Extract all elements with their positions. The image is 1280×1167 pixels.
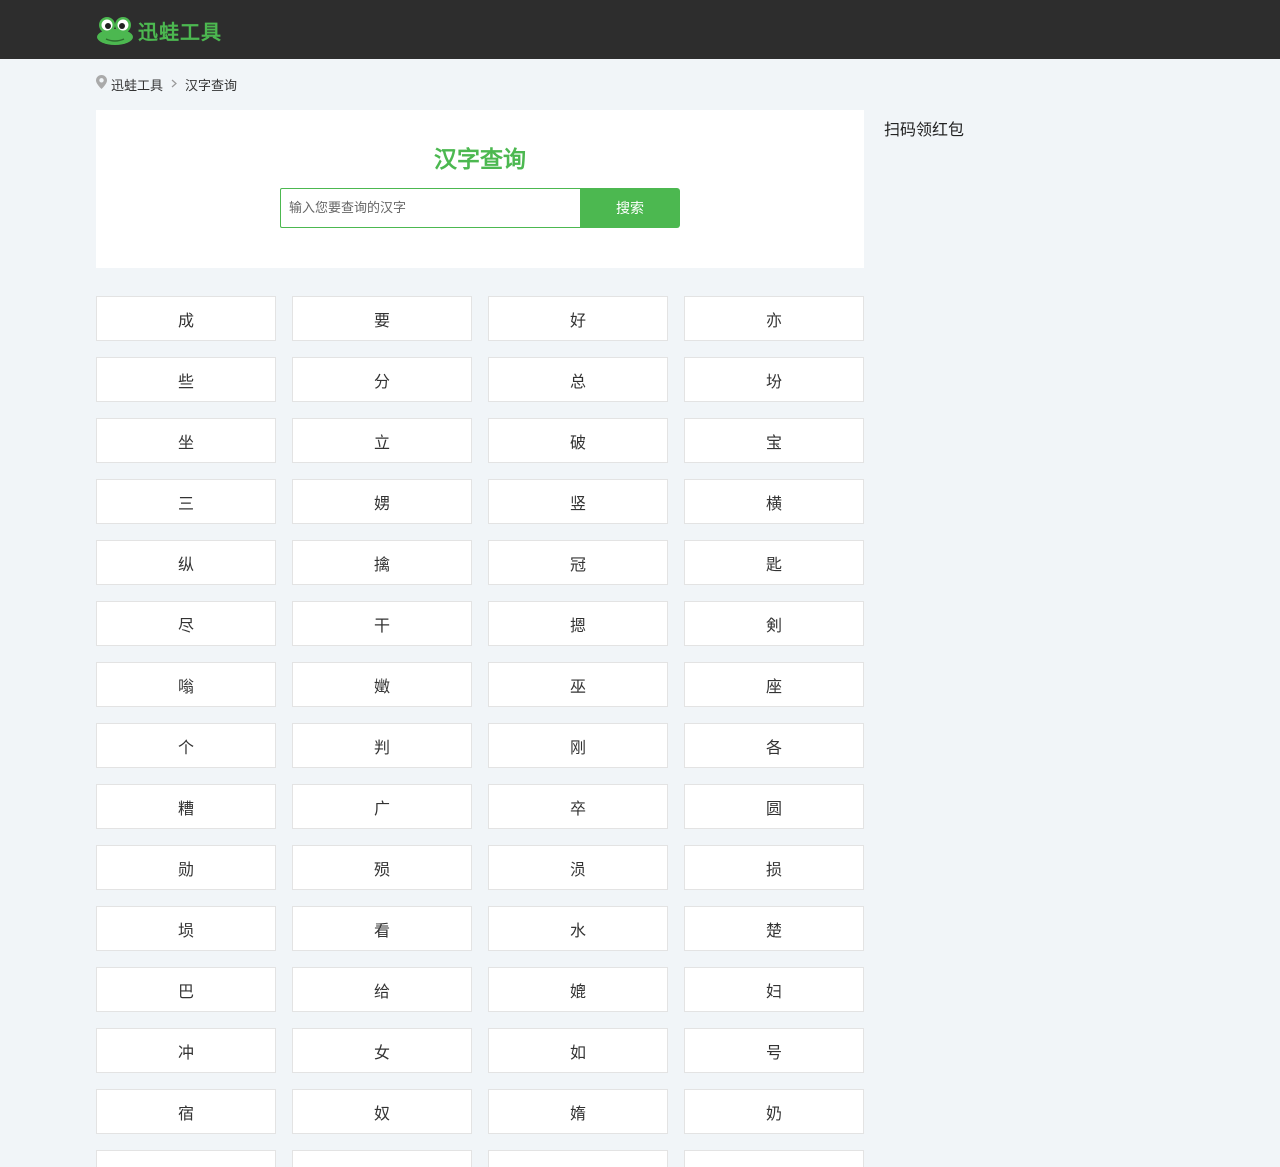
character-link[interactable]: 横 — [684, 479, 864, 524]
character-grid: 成要好亦些分总坋坐立破宝三娚竖横纵擒冠匙尽干摁剣嗡嬍巫座个判刚各糟广卒圆勋殒涢损… — [96, 296, 864, 1167]
character-link[interactable]: 亦 — [684, 296, 864, 341]
character-link[interactable]: 冲 — [96, 1028, 276, 1073]
character-link[interactable]: 号 — [684, 1028, 864, 1073]
character-link[interactable]: 殒 — [292, 845, 472, 890]
character-link[interactable]: 巫 — [488, 662, 668, 707]
character-link[interactable] — [488, 1150, 668, 1167]
page-title: 汉字查询 — [434, 147, 526, 173]
character-link[interactable]: 成 — [96, 296, 276, 341]
character-link[interactable]: 各 — [684, 723, 864, 768]
character-link[interactable]: 立 — [292, 418, 472, 463]
search-button[interactable]: 搜索 — [580, 188, 680, 228]
character-link[interactable]: 妇 — [684, 967, 864, 1012]
character-link[interactable]: 嬍 — [292, 662, 472, 707]
character-link[interactable]: 纵 — [96, 540, 276, 585]
character-link[interactable]: 分 — [292, 357, 472, 402]
character-link[interactable]: 破 — [488, 418, 668, 463]
character-link[interactable]: 奴 — [292, 1089, 472, 1134]
character-link[interactable]: 坐 — [96, 418, 276, 463]
character-link[interactable]: 卒 — [488, 784, 668, 829]
character-link[interactable]: 给 — [292, 967, 472, 1012]
character-link[interactable]: 娚 — [292, 479, 472, 524]
character-link[interactable]: 坋 — [684, 357, 864, 402]
character-link[interactable]: 摁 — [488, 601, 668, 646]
character-link[interactable]: 嗡 — [96, 662, 276, 707]
character-link[interactable]: 媲 — [488, 967, 668, 1012]
breadcrumb-home-link[interactable]: 迅蛙工具 — [111, 75, 163, 94]
character-link[interactable]: 媠 — [488, 1089, 668, 1134]
character-link[interactable]: 座 — [684, 662, 864, 707]
character-link[interactable] — [96, 1150, 276, 1167]
character-link[interactable]: 糟 — [96, 784, 276, 829]
character-link[interactable]: 判 — [292, 723, 472, 768]
location-pin-icon — [96, 75, 107, 93]
character-link[interactable]: 冠 — [488, 540, 668, 585]
character-link[interactable]: 勋 — [96, 845, 276, 890]
character-link[interactable]: 刚 — [488, 723, 668, 768]
character-link[interactable]: 宝 — [684, 418, 864, 463]
character-link[interactable]: 总 — [488, 357, 668, 402]
character-link[interactable] — [684, 1150, 864, 1167]
character-link[interactable]: 要 — [292, 296, 472, 341]
character-link[interactable]: 干 — [292, 601, 472, 646]
site-logo[interactable]: 迅蛙工具 — [96, 14, 222, 46]
logo-text: 迅蛙工具 — [138, 19, 222, 44]
sidebar-title: 扫码领红包 — [884, 120, 965, 139]
breadcrumb: 迅蛙工具 汉字查询 — [96, 75, 238, 94]
character-link[interactable]: 水 — [488, 906, 668, 951]
character-link[interactable]: 巴 — [96, 967, 276, 1012]
character-link[interactable]: 宿 — [96, 1089, 276, 1134]
character-link[interactable]: 匙 — [684, 540, 864, 585]
character-link[interactable]: 尽 — [96, 601, 276, 646]
character-link[interactable]: 圆 — [684, 784, 864, 829]
character-link[interactable]: 埙 — [96, 906, 276, 951]
character-link[interactable]: 涢 — [488, 845, 668, 890]
character-link[interactable]: 竖 — [488, 479, 668, 524]
character-link[interactable]: 擒 — [292, 540, 472, 585]
character-link[interactable]: 剣 — [684, 601, 864, 646]
character-link[interactable]: 奶 — [684, 1089, 864, 1134]
search-panel: 汉字查询 搜索 — [96, 110, 864, 268]
character-link[interactable]: 看 — [292, 906, 472, 951]
character-link[interactable]: 些 — [96, 357, 276, 402]
character-link[interactable] — [292, 1150, 472, 1167]
character-link[interactable]: 广 — [292, 784, 472, 829]
top-navigation-bar: 迅蛙工具 — [0, 0, 1280, 59]
character-link[interactable]: 女 — [292, 1028, 472, 1073]
search-form: 搜索 — [280, 188, 680, 228]
character-link[interactable]: 个 — [96, 723, 276, 768]
character-link[interactable]: 好 — [488, 296, 668, 341]
breadcrumb-current: 汉字查询 — [185, 78, 238, 94]
character-link[interactable]: 楚 — [684, 906, 864, 951]
character-link[interactable]: 损 — [684, 845, 864, 890]
chevron-right-icon — [171, 78, 177, 91]
character-link[interactable]: 三 — [96, 479, 276, 524]
frog-logo-icon — [96, 15, 134, 45]
character-link[interactable]: 如 — [488, 1028, 668, 1073]
search-input[interactable] — [280, 188, 580, 228]
